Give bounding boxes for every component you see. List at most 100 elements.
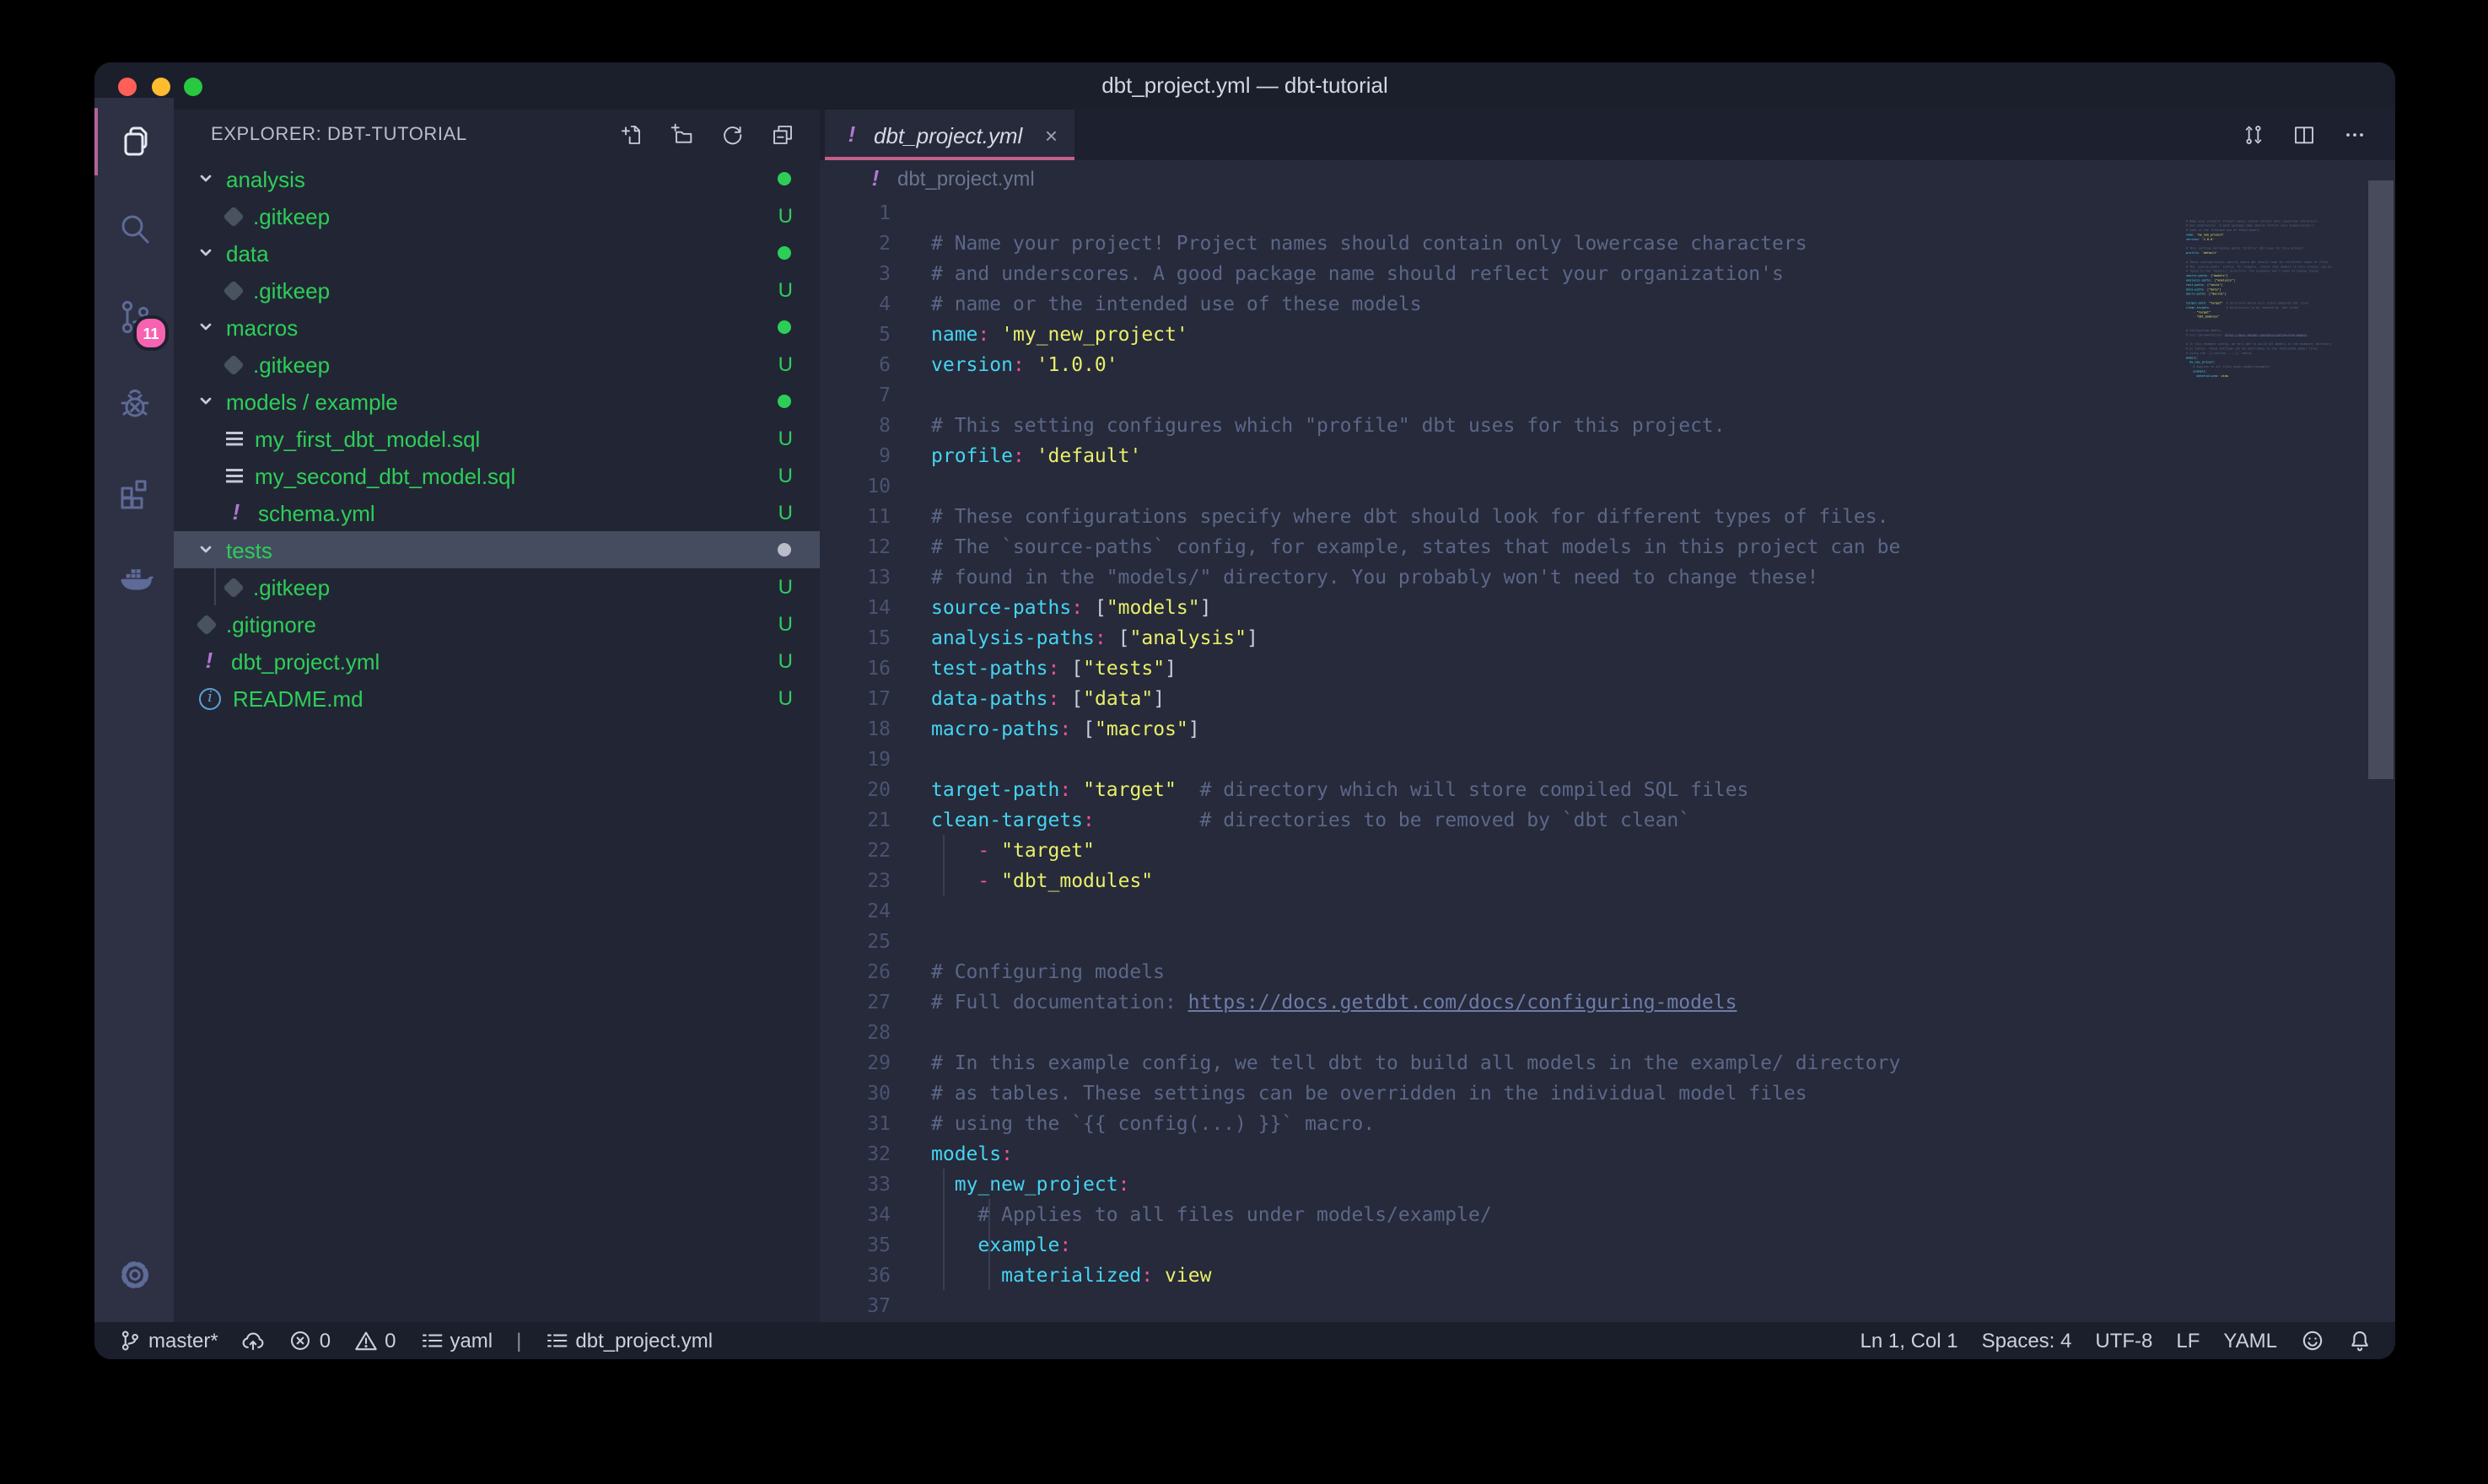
tree-item-label: my_second_dbt_model.sql bbox=[255, 463, 515, 488]
git-file-icon bbox=[223, 576, 244, 597]
line-number: 6 bbox=[820, 349, 891, 379]
tree-item-label: .gitignore bbox=[226, 611, 316, 637]
yaml-file-icon: ! bbox=[199, 651, 219, 671]
code-line-19: 19 bbox=[820, 744, 2186, 774]
status-item-label: Spaces: 4 bbox=[1982, 1329, 2072, 1352]
new-file-button[interactable] bbox=[617, 121, 644, 148]
open-changes-button[interactable] bbox=[2240, 121, 2267, 148]
tree-item-tests[interactable]: tests bbox=[174, 531, 820, 568]
activity-item-search[interactable] bbox=[94, 186, 174, 273]
line-number: 17 bbox=[820, 683, 891, 713]
activity-item-source-control[interactable]: 11 bbox=[94, 273, 174, 361]
line-number: 32 bbox=[820, 1138, 891, 1169]
status-item-0[interactable]: 0 bbox=[289, 1329, 331, 1352]
code-line-27: 27# Full documentation: https://docs.get… bbox=[820, 987, 2186, 1017]
tree-item-label: .gitkeep bbox=[253, 574, 330, 600]
status-item-label: LF bbox=[2176, 1329, 2200, 1352]
vertical-scrollbar[interactable] bbox=[2368, 180, 2394, 779]
status-item-yaml[interactable]: yaml bbox=[419, 1329, 493, 1352]
tree-item-label: schema.yml bbox=[258, 500, 375, 525]
tree-item--gitkeep[interactable]: .gitkeepU bbox=[174, 272, 820, 309]
status-item-yaml[interactable]: YAML bbox=[2223, 1329, 2277, 1352]
line-number: 3 bbox=[820, 258, 891, 288]
minimap[interactable]: # Name your project! Project names shoul… bbox=[2186, 214, 2345, 417]
activity-item-extensions[interactable] bbox=[94, 449, 174, 536]
more-actions-button[interactable] bbox=[2341, 121, 2368, 148]
code-line-2: 2# Name your project! Project names shou… bbox=[820, 228, 2186, 258]
line-number: 36 bbox=[820, 1260, 891, 1290]
line-number: 14 bbox=[820, 592, 891, 622]
new-folder-button[interactable] bbox=[668, 121, 695, 148]
git-status-badge: U bbox=[778, 649, 793, 673]
tree-item--gitkeep[interactable]: .gitkeepU bbox=[174, 346, 820, 383]
explorer-header: EXPLORER: DBT-TUTORIAL bbox=[211, 110, 467, 160]
tree-item-my-first-dbt-model-sql[interactable]: my_first_dbt_model.sqlU bbox=[174, 420, 820, 457]
gear-icon bbox=[114, 1255, 154, 1295]
tab-dbt-project-yml[interactable]: ! dbt_project.yml × bbox=[825, 110, 1074, 160]
status-item-0[interactable]: 0 bbox=[354, 1329, 396, 1352]
tree-item-label: tests bbox=[226, 537, 272, 562]
git-status-badge: U bbox=[778, 501, 793, 524]
split-editor-button[interactable] bbox=[2291, 121, 2318, 148]
tree-item--gitkeep[interactable]: .gitkeepU bbox=[174, 197, 820, 234]
code-line-9: 9profile: 'default' bbox=[820, 440, 2186, 470]
tree-item-data[interactable]: data bbox=[174, 234, 820, 272]
code-line-12: 12# The `source-paths` config, for examp… bbox=[820, 531, 2186, 562]
code-editor[interactable]: 12# Name your project! Project names sho… bbox=[820, 197, 2186, 1322]
tree-item-dbt-project-yml[interactable]: !dbt_project.ymlU bbox=[174, 643, 820, 680]
code-line-16: 16test-paths: ["tests"] bbox=[820, 653, 2186, 683]
new-file-icon bbox=[617, 121, 644, 148]
line-number: 25 bbox=[820, 926, 891, 956]
git-status-badge: U bbox=[778, 427, 793, 450]
refresh-button[interactable] bbox=[719, 121, 746, 148]
status-item-utf-8[interactable]: UTF-8 bbox=[2095, 1329, 2152, 1352]
status-item[interactable] bbox=[242, 1329, 266, 1352]
status-item-ln-1-col-1[interactable]: Ln 1, Col 1 bbox=[1861, 1329, 1958, 1352]
tree-item-models-example[interactable]: models / example bbox=[174, 383, 820, 420]
activity-item-explorer[interactable] bbox=[94, 98, 174, 186]
line-number: 23 bbox=[820, 865, 891, 895]
status-item-master-[interactable]: master* bbox=[118, 1329, 218, 1352]
line-number: 11 bbox=[820, 501, 891, 531]
line-number: 22 bbox=[820, 835, 891, 865]
title-bar: dbt_project.yml — dbt-tutorial bbox=[94, 62, 2395, 110]
tree-item-analysis[interactable]: analysis bbox=[174, 160, 820, 197]
status-item-dbt-project-yml[interactable]: dbt_project.yml bbox=[545, 1329, 713, 1352]
status-item-spaces-4[interactable]: Spaces: 4 bbox=[1982, 1329, 2072, 1352]
tree-item--gitkeep[interactable]: .gitkeepU bbox=[174, 568, 820, 605]
activity-item-debug[interactable] bbox=[94, 361, 174, 449]
git-status-badge: U bbox=[778, 204, 793, 228]
status-item-lf[interactable]: LF bbox=[2176, 1329, 2200, 1352]
line-number: 30 bbox=[820, 1078, 891, 1108]
line-number: 15 bbox=[820, 622, 891, 653]
status-item-label: dbt_project.yml bbox=[575, 1329, 713, 1352]
editor-actions bbox=[2240, 110, 2395, 160]
explorer-sidebar: EXPLORER: DBT-TUTORIAL analysis.gitkeepU… bbox=[174, 110, 820, 1322]
collapse-all-icon bbox=[769, 121, 796, 148]
cloud-upload-icon bbox=[242, 1329, 266, 1352]
status-item[interactable] bbox=[2301, 1329, 2324, 1352]
smiley-icon bbox=[2301, 1329, 2324, 1352]
folder-modified-dot bbox=[778, 320, 791, 334]
git-status-badge: U bbox=[778, 612, 793, 636]
line-number: 37 bbox=[820, 1290, 891, 1320]
more-actions-icon bbox=[2341, 121, 2368, 148]
chevron-down-icon bbox=[197, 393, 214, 410]
chevron-down-icon bbox=[197, 541, 214, 558]
code-line-29: 29# In this example config, we tell dbt … bbox=[820, 1047, 2186, 1078]
breadcrumb[interactable]: ! dbt_project.yml bbox=[820, 160, 2395, 197]
activity-item-settings[interactable] bbox=[94, 1231, 174, 1319]
status-item[interactable] bbox=[2348, 1329, 2372, 1352]
tree-item-schema-yml[interactable]: !schema.ymlU bbox=[174, 494, 820, 531]
line-number: 7 bbox=[820, 379, 891, 410]
collapse-all-button[interactable] bbox=[769, 121, 796, 148]
git-status-badge: U bbox=[778, 352, 793, 376]
tree-item-my-second-dbt-model-sql[interactable]: my_second_dbt_model.sql U bbox=[174, 457, 820, 494]
tree-item-readme-md[interactable]: iREADME.mdU bbox=[174, 680, 820, 717]
list-icon bbox=[419, 1329, 443, 1352]
tree-item-macros[interactable]: macros bbox=[174, 309, 820, 346]
tree-item--gitignore[interactable]: .gitignore U bbox=[174, 605, 820, 643]
git-status-badge: U bbox=[778, 464, 793, 487]
close-tab-icon[interactable]: × bbox=[1045, 122, 1058, 148]
activity-item-docker[interactable] bbox=[94, 536, 174, 624]
